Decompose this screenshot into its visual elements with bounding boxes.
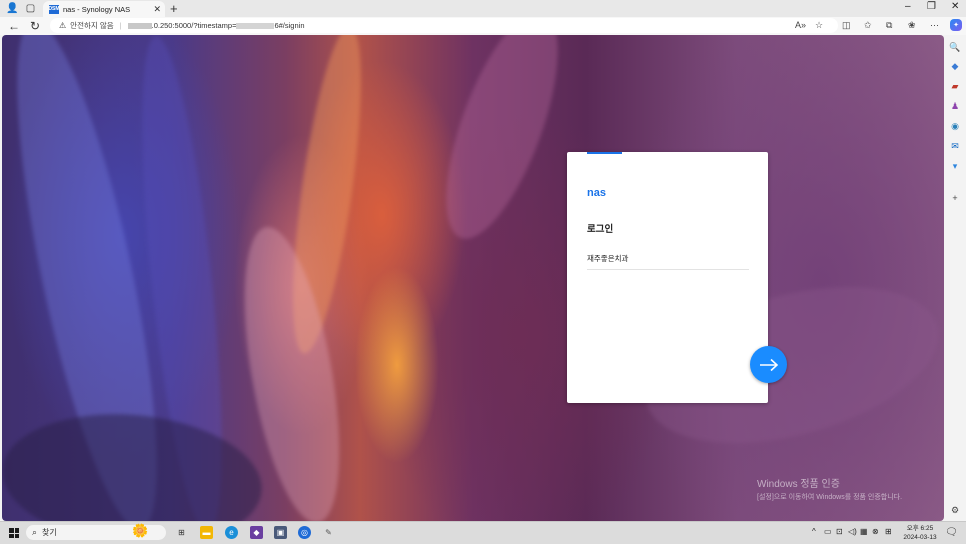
- tab-title: nas - Synology NAS: [63, 4, 131, 14]
- app-icon[interactable]: ▣: [274, 526, 287, 539]
- restore-icon[interactable]: ❐: [927, 1, 936, 12]
- search-icon[interactable]: 🔍: [949, 42, 960, 52]
- clock-date: 2024-03-13: [903, 534, 937, 541]
- more-icon[interactable]: ⋯: [930, 20, 939, 31]
- shopping-icon[interactable]: ◆: [950, 61, 960, 71]
- tray-app-icon[interactable]: ⊗: [872, 527, 879, 536]
- drop-icon[interactable]: ▾: [950, 161, 960, 171]
- windows-activation-watermark: Windows 정품 인증 [설정]으로 이동하여 Windows를 정품 인증…: [757, 475, 902, 502]
- login-heading: 로그인: [587, 224, 614, 235]
- title-bar: 👤 ▢ DSM nas - Synology NAS ✕ + – ❐ ✕: [0, 0, 966, 17]
- file-explorer-icon[interactable]: ▬: [200, 526, 213, 539]
- notification-icon[interactable]: 🗨: [945, 527, 958, 538]
- edge-sidebar: 🔍 ◆ ▰ ♟ ◉ ✉ ▾ + ⚙: [944, 35, 966, 521]
- url-text: .0.250:5000/?timestamp=: [151, 21, 237, 30]
- watermark-subtitle: [설정]으로 이동하여 Windows를 정품 인증합니다.: [757, 494, 903, 501]
- tab-nas[interactable]: DSM nas - Synology NAS ✕: [43, 1, 165, 17]
- back-icon[interactable]: ←: [8, 19, 20, 33]
- add-icon[interactable]: +: [950, 193, 960, 203]
- extensions-icon[interactable]: ❀: [908, 20, 916, 31]
- ime-icon[interactable]: ⊞: [885, 527, 892, 536]
- search-placeholder: 찾기: [42, 528, 57, 537]
- taskbar: ⌕ 찾기 🌼 ⊞ ▬ e ◆ ▣ ◎ ✎ ^ ▭ ⊡ ◁) ▦ ⊗ ⊞ 오후 6…: [0, 521, 966, 544]
- network-icon[interactable]: ⊡: [836, 527, 843, 536]
- bg-shadow: [2, 403, 268, 521]
- favorite-star-icon[interactable]: ☆: [815, 20, 823, 31]
- address-row: ← ↻ ⚠ 안전하지 않음 | .0.250:5000/?timestamp= …: [0, 17, 966, 35]
- username-field[interactable]: 재주좋은치과: [587, 253, 749, 270]
- show-hidden-icons-icon[interactable]: ^: [812, 527, 816, 536]
- synology-favicon-icon: DSM: [48, 4, 60, 14]
- watermark-title: Windows 정품 인증: [757, 479, 840, 490]
- tray-app-icon[interactable]: ▦: [860, 527, 868, 536]
- divider: |: [119, 21, 122, 30]
- volume-icon[interactable]: ◁): [848, 527, 857, 536]
- split-screen-icon[interactable]: ◫: [842, 20, 851, 31]
- settings-icon[interactable]: ⚙: [950, 505, 960, 515]
- collections-icon[interactable]: ⧉: [886, 20, 892, 31]
- app-icon[interactable]: ◎: [298, 526, 311, 539]
- next-button[interactable]: [750, 346, 787, 383]
- tab-actions-icon[interactable]: ▢: [24, 2, 37, 15]
- visual-studio-icon[interactable]: ◆: [250, 526, 263, 539]
- task-view-icon[interactable]: ⊞: [175, 526, 188, 539]
- bg-streak: [423, 35, 581, 252]
- search-highlight-icon: 🌼: [132, 523, 149, 538]
- close-icon[interactable]: ✕: [153, 4, 161, 15]
- redacted-text: [236, 22, 275, 29]
- app-icon[interactable]: ✎: [322, 526, 335, 539]
- redacted-text: [127, 22, 152, 29]
- nas-brand-title: nas: [587, 187, 606, 199]
- warning-icon[interactable]: ⚠: [59, 21, 66, 30]
- read-aloud-icon[interactable]: A»: [795, 20, 806, 30]
- address-bar[interactable]: ⚠ 안전하지 않음 | .0.250:5000/?timestamp= 6#/s…: [50, 18, 838, 33]
- url-tail: 6#/signin: [274, 21, 305, 30]
- copilot-icon[interactable]: ✦: [950, 19, 962, 31]
- login-card: nas 로그인 재주좋은치과: [567, 152, 768, 403]
- card-accent-bar: [587, 152, 622, 154]
- security-label[interactable]: 안전하지 않음: [70, 20, 113, 31]
- refresh-icon[interactable]: ↻: [30, 19, 40, 33]
- arrow-right-icon: [759, 358, 778, 371]
- profile-icon[interactable]: 👤: [6, 2, 19, 15]
- tray-app-icon[interactable]: ▭: [824, 527, 832, 536]
- canyon-background: nas 로그인 재주좋은치과: [2, 35, 944, 521]
- window-close-icon[interactable]: ✕: [951, 1, 959, 12]
- outlook-icon[interactable]: ✉: [950, 141, 960, 151]
- office-icon[interactable]: ◉: [950, 121, 960, 131]
- minimize-icon[interactable]: –: [905, 1, 911, 12]
- clock-time: 오후 6:25: [906, 525, 934, 532]
- windows-start-icon[interactable]: [9, 528, 19, 538]
- favorites-icon[interactable]: ✩: [864, 20, 872, 31]
- games-icon[interactable]: ♟: [950, 101, 960, 111]
- new-tab-icon[interactable]: +: [170, 1, 178, 16]
- clock[interactable]: 오후 6:25 2024-03-13: [900, 524, 940, 542]
- edge-icon[interactable]: e: [225, 526, 238, 539]
- search-icon: ⌕: [32, 527, 38, 537]
- tools-icon[interactable]: ▰: [950, 81, 960, 91]
